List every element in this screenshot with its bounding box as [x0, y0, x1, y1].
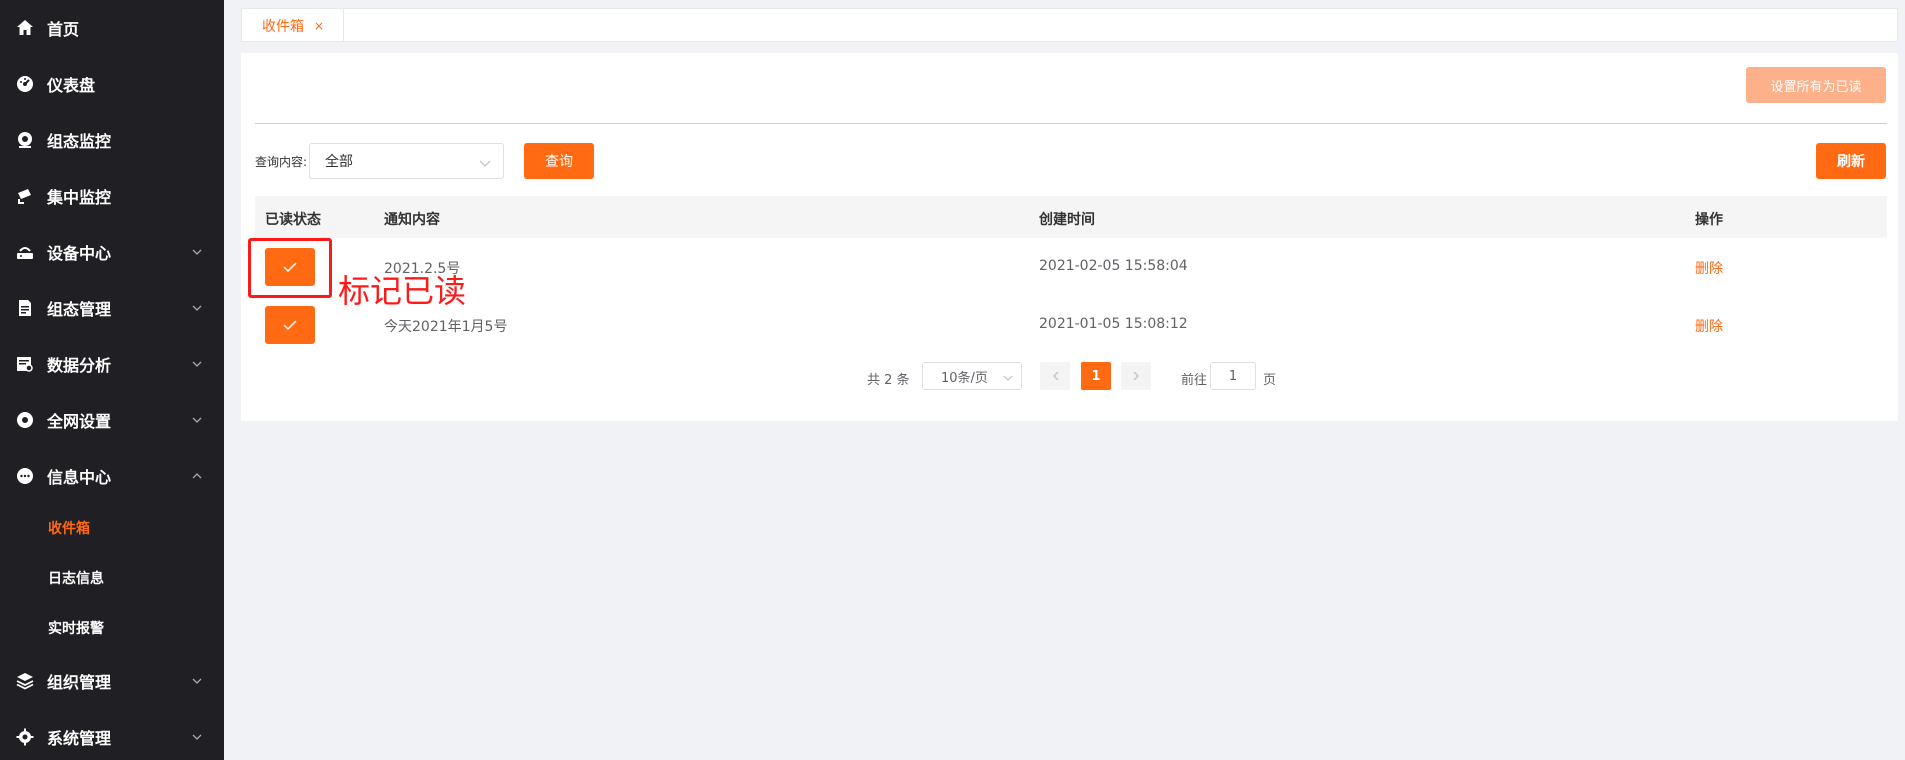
sidebar-subitem-inbox[interactable]: 收件箱	[0, 508, 224, 548]
page-size-value: 10条/页	[941, 370, 988, 386]
tab-inbox[interactable]: 收件箱 ×	[242, 9, 344, 42]
home-icon	[16, 19, 34, 37]
refresh-button[interactable]: 刷新	[1816, 143, 1886, 179]
delete-link[interactable]: 删除	[1695, 258, 1723, 278]
chevron-left-icon	[1052, 371, 1058, 381]
network-icon	[16, 411, 34, 429]
chevron-down-icon	[479, 156, 491, 172]
sidebar-item-system-manage[interactable]: 系统管理	[0, 714, 224, 760]
pagination: 共 2 条 10条/页 1 前往 页	[241, 362, 1898, 392]
dashboard-icon	[16, 75, 34, 93]
table-header: 已读状态 通知内容 创建时间 操作	[255, 196, 1887, 238]
chevron-down-icon	[1003, 371, 1013, 386]
sidebar-item-network-settings[interactable]: 全网设置	[0, 397, 224, 443]
sidebar-item-central-monitor[interactable]: 集中监控	[0, 173, 224, 219]
sidebar-subitem-realtime-alarm[interactable]: 实时报警	[0, 608, 224, 648]
query-button[interactable]: 查询	[524, 143, 594, 179]
sidebar-item-label: 数据分析	[47, 356, 112, 375]
chevron-down-icon	[192, 415, 202, 425]
notification-content: 今天2021年1月5号	[384, 319, 508, 335]
sidebar-item-org-manage[interactable]: 组织管理	[0, 658, 224, 704]
analytics-icon	[16, 355, 34, 373]
close-icon[interactable]: ×	[314, 19, 324, 33]
annotation-text: 标记已读	[338, 272, 467, 310]
sidebar-item-label: 组织管理	[47, 673, 112, 692]
chevron-right-icon	[1133, 371, 1139, 381]
column-header: 操作	[1695, 212, 1723, 228]
table-row: 2021.2.5号 2021-02-05 15:58:04 删除	[255, 238, 1887, 296]
divider	[255, 123, 1887, 124]
cctv-icon	[16, 187, 34, 205]
sidebar-item-dashboard[interactable]: 仪表盘	[0, 61, 224, 107]
check-icon	[283, 320, 297, 331]
sidebar-item-label: 全网设置	[47, 412, 112, 431]
prev-page-button[interactable]	[1040, 362, 1070, 390]
chevron-down-icon	[192, 247, 202, 257]
chevron-up-icon	[192, 471, 202, 481]
sidebar-item-label: 设备中心	[47, 244, 112, 263]
router-icon	[16, 243, 34, 261]
sidebar-item-label: 组态管理	[47, 300, 112, 319]
sidebar-item-message-center[interactable]: 信息中心	[0, 453, 224, 499]
created-time: 2021-01-05 15:08:12	[1039, 316, 1188, 332]
column-header: 创建时间	[1039, 212, 1095, 228]
sidebar-item-config-monitor[interactable]: 组态监控	[0, 117, 224, 163]
camera-icon	[16, 131, 34, 149]
column-header: 通知内容	[384, 212, 440, 228]
table-row: 今天2021年1月5号 2021-01-05 15:08:12 删除	[255, 296, 1887, 354]
sidebar-item-device-center[interactable]: 设备中心	[0, 229, 224, 275]
tab-bar: 收件箱 ×	[241, 8, 1898, 42]
mark-read-button[interactable]	[265, 306, 315, 344]
chat-icon	[16, 467, 34, 485]
sidebar-item-label: 信息中心	[47, 468, 112, 487]
annotation-highlight-box	[248, 238, 332, 298]
sidebar-item-data-analysis[interactable]: 数据分析	[0, 341, 224, 387]
sidebar-item-label: 首页	[47, 20, 80, 39]
sidebar-item-label: 仪表盘	[47, 76, 96, 95]
sidebar-item-label: 集中监控	[47, 188, 112, 207]
page-size-select[interactable]: 10条/页	[922, 362, 1022, 390]
query-label: 查询内容:	[255, 155, 308, 169]
created-time: 2021-02-05 15:58:04	[1039, 258, 1188, 274]
tab-label: 收件箱	[262, 18, 304, 35]
sidebar-item-label: 系统管理	[47, 729, 112, 748]
chevron-down-icon	[192, 732, 202, 742]
sidebar-subitem-logs[interactable]: 日志信息	[0, 558, 224, 598]
chevron-down-icon	[192, 359, 202, 369]
sidebar-item-home[interactable]: 首页	[0, 5, 224, 51]
page-suffix-label: 页	[1263, 373, 1277, 388]
mark-all-read-button[interactable]: 设置所有为已读	[1746, 67, 1886, 103]
goto-label: 前往	[1181, 373, 1208, 388]
chevron-down-icon	[192, 303, 202, 313]
next-page-button[interactable]	[1121, 362, 1151, 390]
sidebar: 首页 仪表盘 组态监控 集中监控 设备中心 组态管理 数据分析 全网设置 信息中…	[0, 0, 224, 760]
gear-icon	[16, 728, 34, 746]
page-number-button[interactable]: 1	[1081, 362, 1111, 390]
document-icon	[16, 299, 34, 317]
sidebar-item-label: 组态监控	[47, 132, 112, 151]
goto-page-input[interactable]	[1210, 362, 1256, 390]
inbox-panel: 设置所有为已读 查询内容: 全部 查询 刷新 已读状态 通知内容 创建时间 操作…	[241, 53, 1898, 421]
sidebar-item-config-manage[interactable]: 组态管理	[0, 285, 224, 331]
layers-icon	[16, 672, 34, 690]
pagination-total: 共 2 条	[867, 373, 910, 388]
query-select[interactable]: 全部	[309, 143, 504, 179]
query-select-value: 全部	[325, 154, 353, 170]
chevron-down-icon	[192, 676, 202, 686]
column-header: 已读状态	[265, 212, 321, 228]
delete-link[interactable]: 删除	[1695, 316, 1723, 336]
